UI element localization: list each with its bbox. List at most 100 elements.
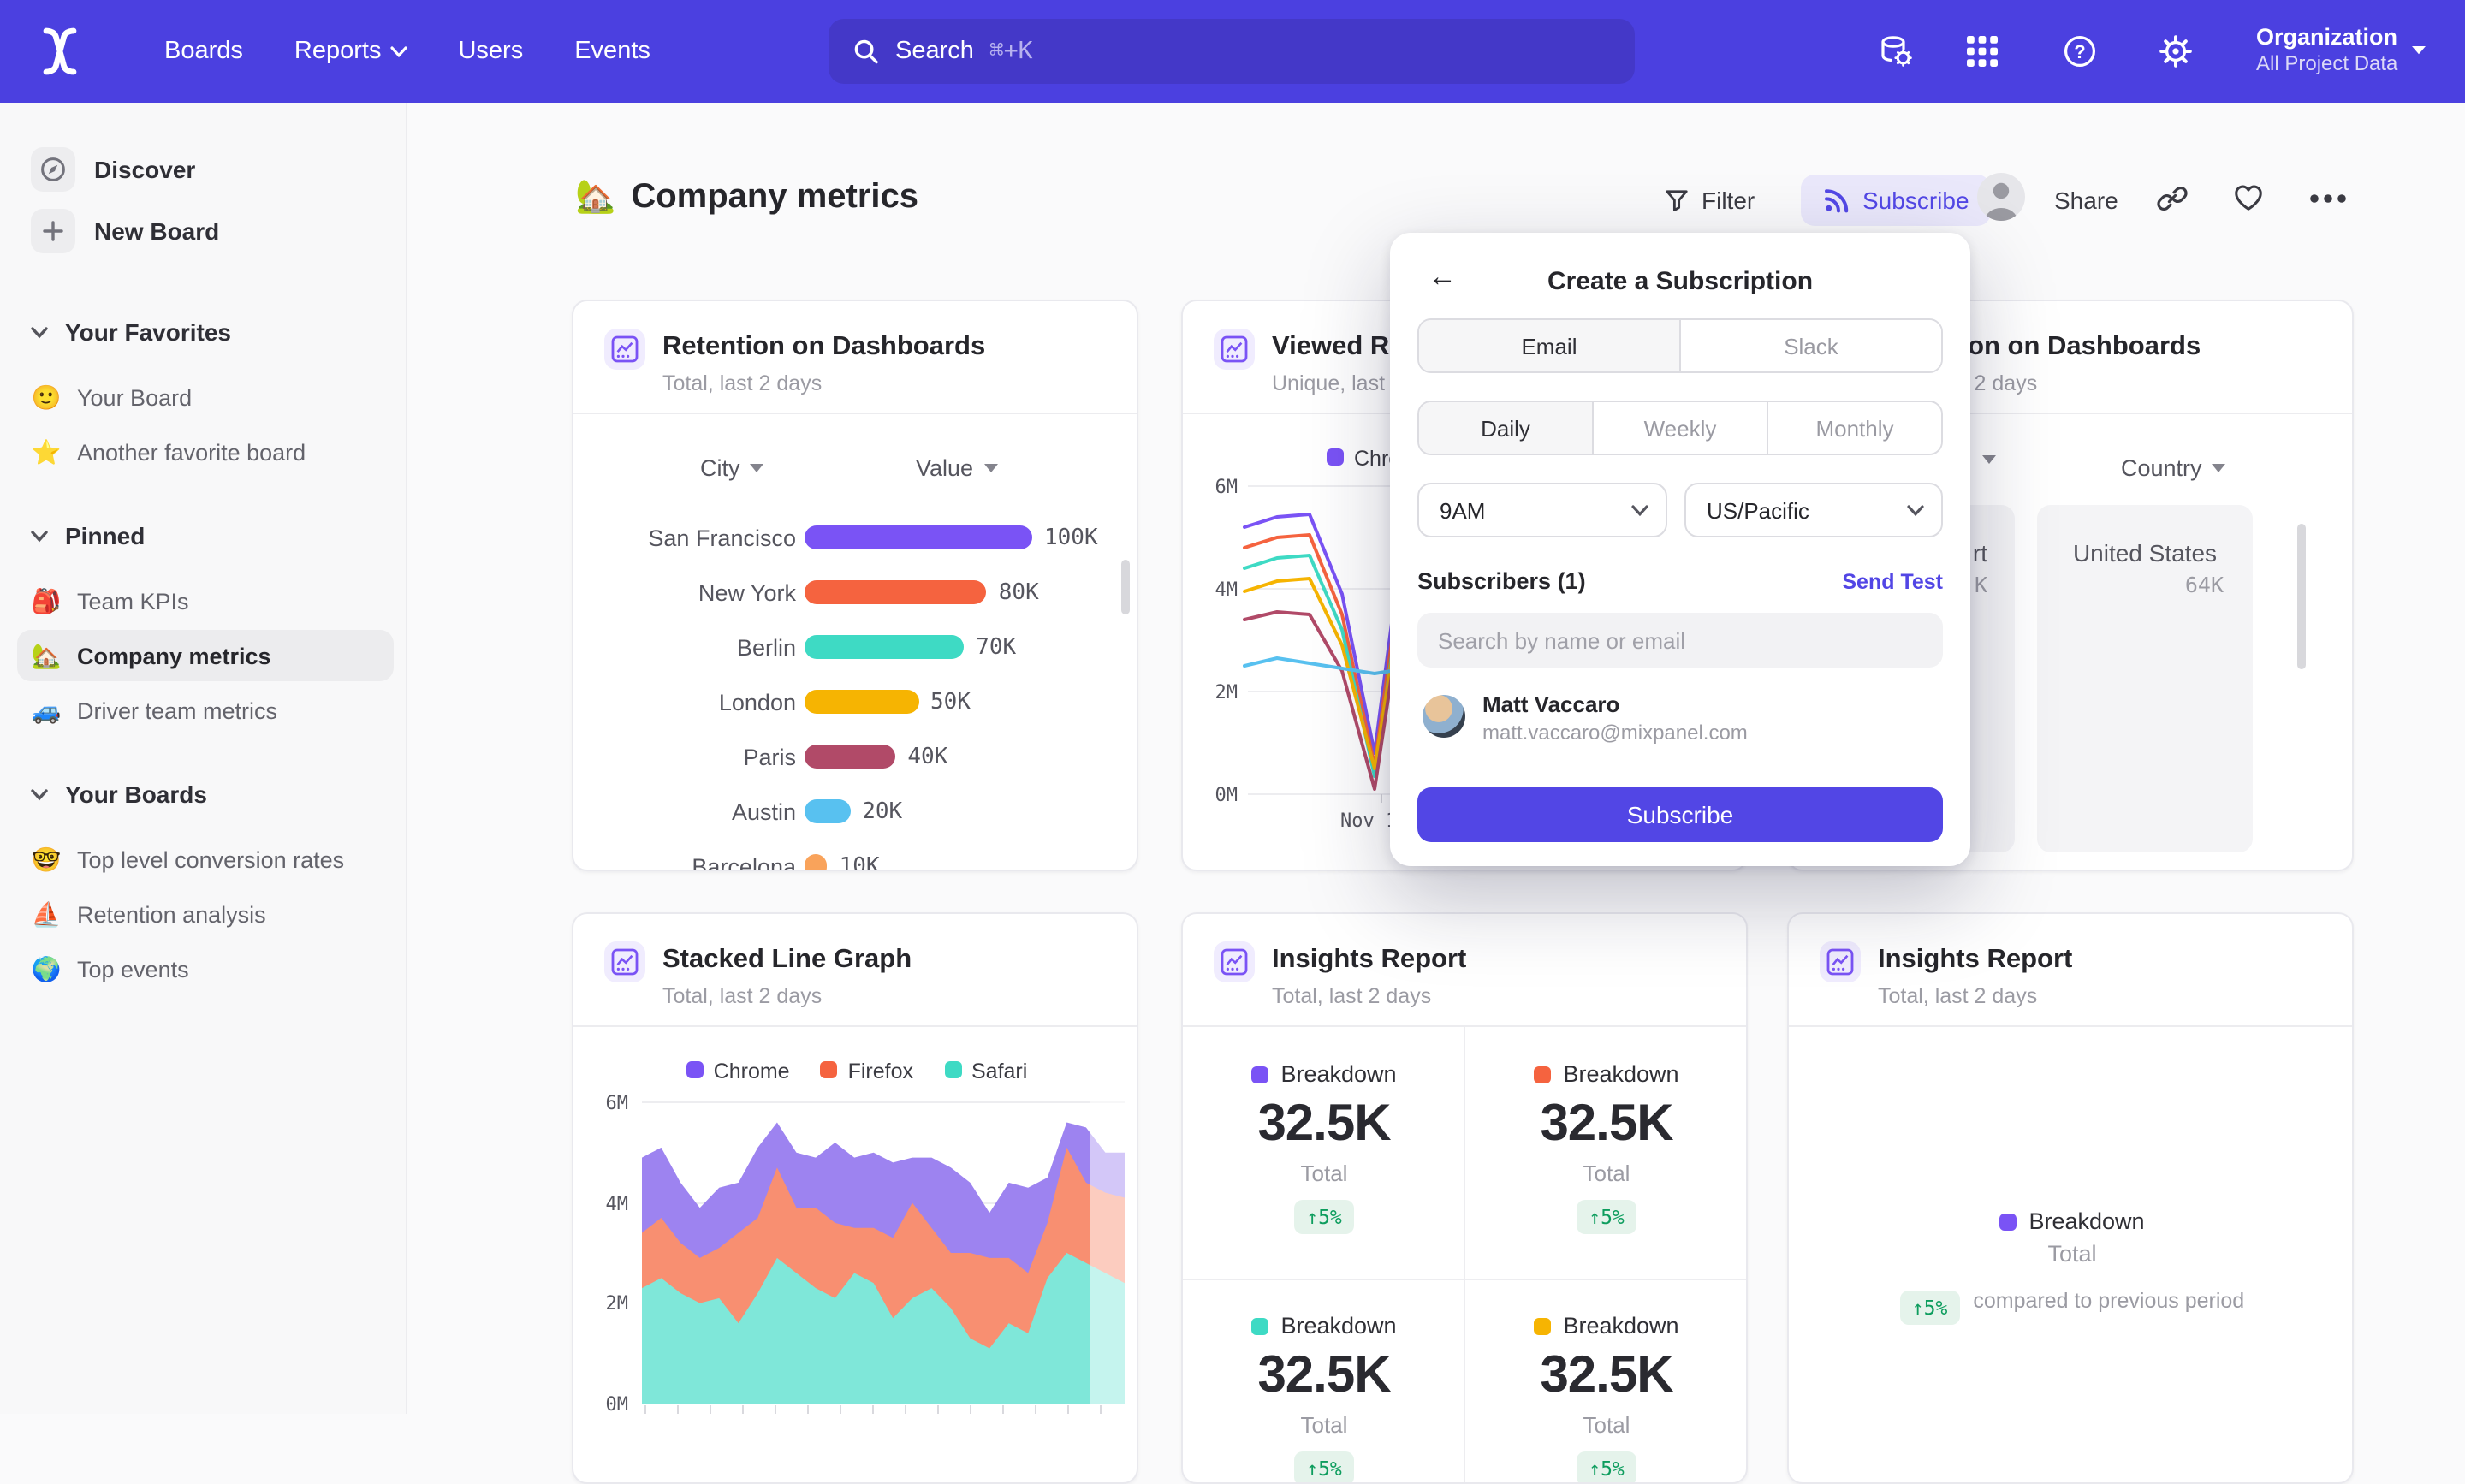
- column-header-value[interactable]: Value: [916, 455, 997, 481]
- settings-gear-icon[interactable]: [2157, 33, 2195, 70]
- section-header-your-favorites[interactable]: Your Favorites: [31, 318, 231, 346]
- card-title: Retention on Dashboards: [662, 332, 985, 363]
- kpi-total: Total: [1301, 1160, 1348, 1186]
- y-tick: 4M: [1193, 579, 1238, 601]
- kpi-total: Total: [1301, 1412, 1348, 1438]
- apps-grid-icon[interactable]: [1963, 33, 2001, 70]
- sidebar-item-retention-analysis[interactable]: ⛵ Retention analysis: [17, 888, 394, 940]
- section-header-pinned[interactable]: Pinned: [31, 522, 145, 549]
- series-dot-icon: [1251, 1066, 1268, 1083]
- section-title: Your Favorites: [65, 318, 231, 346]
- tab-weekly[interactable]: Weekly: [1594, 402, 1768, 454]
- bar[interactable]: [805, 745, 895, 769]
- modal-title: Create a Subscription: [1390, 267, 1970, 296]
- send-test-link[interactable]: Send Test: [1842, 570, 1943, 594]
- bar-value-label: 50K: [930, 689, 971, 715]
- column-header-hidden[interactable]: [1982, 455, 1996, 464]
- sidebar-item-top-level-conversion-rates[interactable]: 🤓Top level conversion rates: [17, 834, 394, 885]
- y-tick: 6M: [1193, 476, 1238, 498]
- tab-monthly[interactable]: Monthly: [1768, 402, 1941, 454]
- subscriber-search-input[interactable]: [1417, 613, 1943, 668]
- app-window: Boards Reports Users Events Search ⌘+K ?: [0, 0, 2465, 1414]
- subscribe-button[interactable]: Subscribe: [1801, 175, 1992, 226]
- help-icon[interactable]: ?: [2061, 33, 2099, 70]
- bar[interactable]: [805, 799, 850, 823]
- sidebar-item-another-favorite-board[interactable]: ⭐Another favorite board: [17, 426, 394, 478]
- series-dot-icon: [1999, 1213, 2017, 1230]
- y-tick: 2M: [1193, 681, 1238, 703]
- sidebar-item-driver-team-metrics[interactable]: 🚙Driver team metrics: [17, 685, 394, 736]
- sidebar-item-label: New Board: [94, 217, 219, 245]
- search-input[interactable]: Search ⌘+K: [829, 19, 1635, 84]
- sidebar-item-discover[interactable]: Discover: [17, 142, 390, 197]
- filter-button[interactable]: Filter: [1664, 175, 1755, 226]
- bar[interactable]: [805, 635, 964, 659]
- sidebar-item-team-kpis[interactable]: 🎒Team KPIs: [17, 575, 394, 626]
- tab-email[interactable]: Email: [1419, 320, 1681, 371]
- kpi-cell: Breakdown Total ↑5% compared to previous…: [1789, 1208, 2354, 1325]
- nav-item-users[interactable]: Users: [458, 38, 523, 65]
- share-button[interactable]: Share: [2054, 175, 2118, 226]
- data-tile-united-states[interactable]: United States 64K: [2037, 505, 2253, 852]
- channel-tabs: EmailSlack: [1417, 318, 1943, 373]
- card-scrollbar[interactable]: [1121, 560, 1130, 614]
- tile-value: 64K: [2185, 572, 2224, 597]
- nav-item-events[interactable]: Events: [574, 38, 650, 65]
- table-row: Berlin70K: [601, 620, 1114, 674]
- bar-city-label: Paris: [601, 744, 796, 769]
- org-chevron-down-icon: [2410, 45, 2427, 56]
- bar[interactable]: [805, 854, 828, 871]
- search-shortcut: ⌘+K: [989, 38, 1033, 65]
- modal-subscribe-button[interactable]: Subscribe: [1417, 787, 1943, 842]
- chevron-down-icon: [31, 326, 48, 338]
- bar-value-label: 20K: [862, 798, 902, 824]
- more-options-icon[interactable]: [2308, 192, 2349, 205]
- board-label: Retention analysis: [77, 901, 266, 927]
- kpi-label-row: Breakdown: [1534, 1313, 1678, 1339]
- sidebar-item-new-board[interactable]: New Board: [17, 204, 390, 258]
- card-subtitle: Total, last 2 days: [1878, 984, 2037, 1008]
- board-emoji: ⛵: [31, 899, 62, 929]
- sort-chevron-icon: [983, 464, 997, 472]
- mixpanel-logo-icon[interactable]: [38, 24, 82, 79]
- column-header-country[interactable]: Country: [2121, 455, 2226, 481]
- frequency-tabs: DailyWeeklyMonthly: [1417, 401, 1943, 455]
- card-insights-grid: Insights Report Total, last 2 days Break…: [1181, 912, 1748, 1484]
- favorite-heart-icon[interactable]: [2232, 181, 2265, 212]
- copy-link-icon[interactable]: [2157, 183, 2188, 214]
- series-dot-icon: [1251, 1317, 1268, 1334]
- board-label: Company metrics: [77, 643, 271, 668]
- sidebar-item-company-metrics[interactable]: 🏡 Company metrics: [17, 630, 394, 681]
- chevron-down-icon: [389, 45, 407, 57]
- org-switcher[interactable]: Organization All Project Data: [2256, 22, 2397, 77]
- subscribe-label: Subscribe: [1862, 187, 1969, 214]
- section-header-your-boards[interactable]: Your Boards: [31, 781, 207, 808]
- board-label: Your Board: [77, 384, 192, 410]
- sidebar-item-top-events[interactable]: 🌍Top events: [17, 943, 394, 994]
- delta-badge: ↑5%: [1294, 1200, 1354, 1234]
- nav-item-boards[interactable]: Boards: [164, 38, 243, 65]
- nav-item-reports[interactable]: Reports: [294, 38, 407, 65]
- column-header-city[interactable]: City: [700, 455, 764, 481]
- timezone-select[interactable]: US/Pacific: [1684, 483, 1943, 537]
- table-row: London50K: [601, 674, 1114, 729]
- bar[interactable]: [805, 525, 1032, 549]
- bar-city-label: San Francisco: [601, 525, 796, 550]
- board-emoji: 🏡: [31, 641, 62, 670]
- bar-value-label: 80K: [999, 579, 1039, 605]
- table-row: Paris40K: [601, 729, 1114, 784]
- kpi-label-row: Breakdown: [1999, 1208, 2144, 1234]
- time-select[interactable]: 9AM: [1417, 483, 1667, 537]
- card-insights-single: Insights Report Total, last 2 days Break…: [1787, 912, 2354, 1484]
- bar[interactable]: [805, 690, 918, 714]
- kpi-value: 32.5K: [1257, 1347, 1390, 1405]
- share-label: Share: [2054, 187, 2118, 214]
- bar[interactable]: [805, 580, 987, 604]
- card-scrollbar[interactable]: [2297, 524, 2306, 669]
- user-avatar[interactable]: [1977, 173, 2025, 221]
- sidebar-item-your-board[interactable]: 🙂Your Board: [17, 371, 394, 423]
- tab-slack[interactable]: Slack: [1681, 320, 1941, 371]
- card-stacked-line-graph: Stacked Line Graph Total, last 2 days Ch…: [572, 912, 1138, 1484]
- tab-daily[interactable]: Daily: [1419, 402, 1594, 454]
- data-management-icon[interactable]: [1878, 33, 1916, 70]
